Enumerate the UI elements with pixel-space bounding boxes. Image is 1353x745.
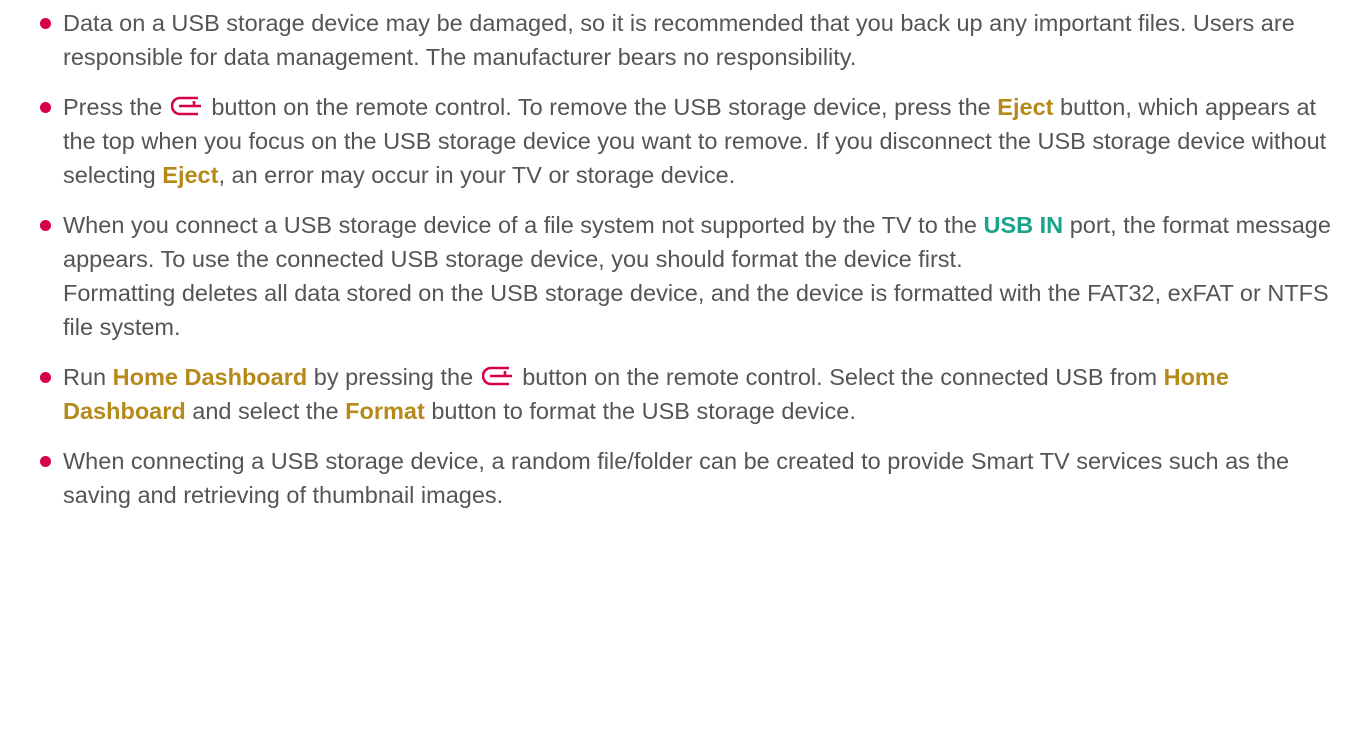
bullet-icon <box>40 372 51 383</box>
list-item: Press the button on the remote control. … <box>0 90 1353 192</box>
home-dashboard-label: Home Dashboard <box>112 364 308 390</box>
bullet-icon <box>40 456 51 467</box>
input-button-icon <box>481 365 514 387</box>
list-item: When connecting a USB storage device, a … <box>0 444 1353 512</box>
input-button-icon <box>170 95 203 117</box>
list-item: Data on a USB storage device may be dama… <box>0 6 1353 74</box>
item-text: Formatting deletes all data stored on th… <box>63 280 1329 340</box>
item-text: and select the <box>192 398 339 424</box>
item-text: button on the remote control. Select the… <box>522 364 1158 390</box>
item-text: When connecting a USB storage device, a … <box>63 448 1290 508</box>
item-text: Run <box>63 364 107 390</box>
list-item: When you connect a USB storage device of… <box>0 208 1353 344</box>
usb-in-port-label: USB IN <box>983 212 1064 238</box>
item-text: button to format the USB storage device. <box>431 398 856 424</box>
eject-label: Eject <box>162 162 219 188</box>
list-item: Run Home Dashboard by pressing the butto… <box>0 360 1353 428</box>
bullet-icon <box>40 102 51 113</box>
item-text: Press the <box>63 94 163 120</box>
format-label: Format <box>345 398 425 424</box>
item-text: button on the remote control. To remove … <box>211 94 991 120</box>
item-text: , an error may occur in your TV or stora… <box>218 162 736 188</box>
usb-notes-list: Data on a USB storage device may be dama… <box>0 0 1353 528</box>
eject-label: Eject <box>997 94 1054 120</box>
item-text: When you connect a USB storage device of… <box>63 212 977 238</box>
item-text: Data on a USB storage device may be dama… <box>63 10 1295 70</box>
bullet-icon <box>40 18 51 29</box>
item-text: by pressing the <box>313 364 474 390</box>
bullet-icon <box>40 220 51 231</box>
